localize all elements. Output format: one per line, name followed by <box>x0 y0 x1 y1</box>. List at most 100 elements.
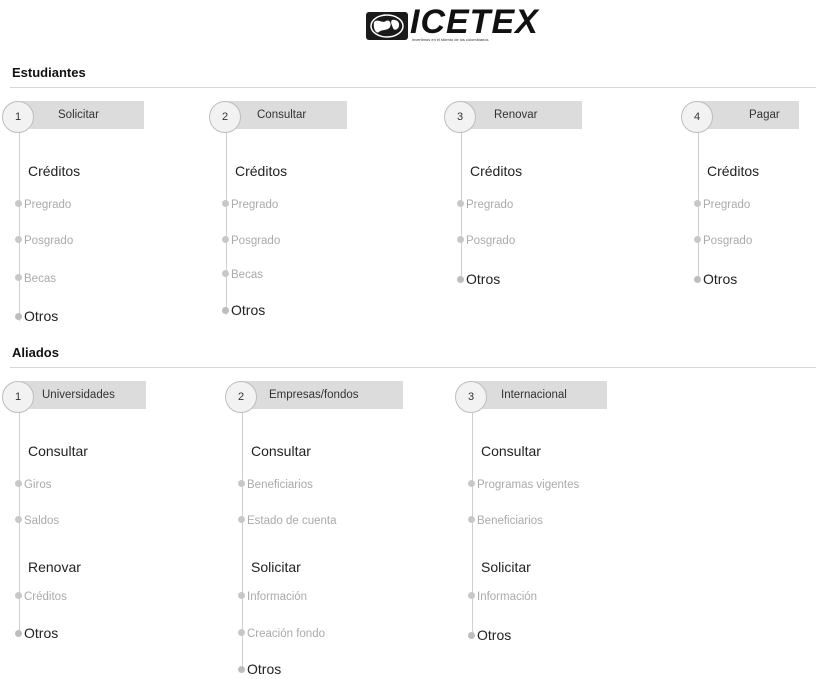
bullet-dot <box>238 665 245 673</box>
step-label: Internacional <box>501 389 567 401</box>
bullet-dot <box>457 200 464 208</box>
link-estado-de-cuenta[interactable]: Estado de cuenta <box>238 515 337 527</box>
estudiantes-step-consultar: Consultar 2 Créditos Pregrado Posgrado B… <box>209 101 369 336</box>
bullet-dot <box>694 236 701 244</box>
bullet-dot <box>468 480 475 488</box>
section-divider <box>10 367 816 368</box>
step-label: Solicitar <box>58 109 99 121</box>
estudiantes-step-pagar: Pagar 4 Créditos Pregrado Posgrado Otros <box>681 101 811 301</box>
step-label: Empresas/fondos <box>269 389 359 401</box>
bullet-dot <box>15 480 22 488</box>
step-number-badge: 3 <box>444 101 476 133</box>
logo-wordmark: ICETEX <box>410 3 539 41</box>
bullet-dot <box>15 200 22 208</box>
bullet-dot <box>468 631 475 639</box>
group-heading: Solicitar <box>481 559 531 575</box>
step-label-bar[interactable]: Solicitar <box>20 101 144 129</box>
group-heading: Créditos <box>235 163 288 179</box>
link-posgrado[interactable]: Posgrado <box>222 235 280 247</box>
step-number-badge: 2 <box>225 381 257 413</box>
link-pregrado[interactable]: Pregrado <box>457 199 513 211</box>
group-heading: Créditos <box>28 163 81 179</box>
bullet-dot <box>15 592 22 600</box>
bullet-dot <box>468 516 475 524</box>
link-creditos[interactable]: Créditos <box>15 591 67 603</box>
bullet-dot <box>15 516 22 524</box>
bullet-dot <box>15 629 22 637</box>
bullet-dot <box>238 592 245 600</box>
bullet-dot <box>238 516 245 524</box>
step-connector-line <box>19 131 20 321</box>
logo-tagline: invertimos en el talento de los colombia… <box>412 37 489 42</box>
section-divider <box>10 87 816 88</box>
group-heading: Créditos <box>707 163 760 179</box>
step-label-bar[interactable]: Empresas/fondos <box>243 381 403 409</box>
bullet-dot <box>694 275 701 283</box>
estudiantes-step-solicitar: Solicitar 1 Créditos Pregrado Posgrado B… <box>2 101 162 336</box>
step-label: Universidades <box>42 389 115 401</box>
link-pregrado[interactable]: Pregrado <box>222 199 278 211</box>
bullet-dot <box>222 200 229 208</box>
step-label-bar[interactable]: Renovar <box>462 101 582 129</box>
step-number-badge: 1 <box>2 101 34 133</box>
bullet-dot <box>468 592 475 600</box>
step-number-badge: 3 <box>455 381 487 413</box>
bullet-dot <box>238 480 245 488</box>
bullet-dot <box>457 275 464 283</box>
aliados-step-internacional: Internacional 3 Consultar Programas vige… <box>455 381 635 651</box>
bullet-dot <box>222 236 229 244</box>
section-title-aliados: Aliados <box>12 345 59 360</box>
step-label-bar[interactable]: Internacional <box>473 381 607 409</box>
globe-icon <box>366 12 408 40</box>
bullet-dot <box>15 312 22 320</box>
step-label-bar[interactable]: Universidades <box>20 381 146 409</box>
link-beneficiarios[interactable]: Beneficiarios <box>238 479 313 491</box>
link-informacion[interactable]: Información <box>468 591 537 603</box>
group-heading: Consultar <box>28 443 88 459</box>
step-label-bar[interactable]: Pagar <box>699 101 799 129</box>
link-posgrado[interactable]: Posgrado <box>694 235 752 247</box>
group-heading: Renovar <box>28 559 81 575</box>
link-posgrado[interactable]: Posgrado <box>457 235 515 247</box>
link-otros[interactable]: Otros <box>238 661 281 677</box>
step-number-badge: 1 <box>2 381 34 413</box>
bullet-dot <box>15 274 22 282</box>
link-giros[interactable]: Giros <box>15 479 51 491</box>
bullet-dot <box>694 200 701 208</box>
link-beneficiarios[interactable]: Beneficiarios <box>468 515 543 527</box>
step-number-badge: 4 <box>681 101 713 133</box>
link-otros[interactable]: Otros <box>457 271 500 287</box>
link-otros[interactable]: Otros <box>222 302 265 318</box>
link-pregrado[interactable]: Pregrado <box>15 199 71 211</box>
step-connector-line <box>226 131 227 315</box>
link-programas-vigentes[interactable]: Programas vigentes <box>468 479 579 491</box>
step-label: Pagar <box>749 109 780 121</box>
aliados-step-empresas-fondos: Empresas/fondos 2 Consultar Beneficiario… <box>225 381 415 677</box>
step-label: Renovar <box>494 109 538 121</box>
bullet-dot <box>238 629 245 637</box>
step-label-bar[interactable]: Consultar <box>227 101 347 129</box>
aliados-step-universidades: Universidades 1 Consultar Giros Saldos R… <box>2 381 162 651</box>
link-becas[interactable]: Becas <box>15 273 56 285</box>
group-heading: Consultar <box>251 443 311 459</box>
link-becas[interactable]: Becas <box>222 269 263 281</box>
group-heading: Solicitar <box>251 559 301 575</box>
icetex-logo[interactable]: ICETEX invertimos en el talento de los c… <box>366 3 546 42</box>
link-pregrado[interactable]: Pregrado <box>694 199 750 211</box>
step-label: Consultar <box>257 109 307 121</box>
bullet-dot <box>457 236 464 244</box>
link-otros[interactable]: Otros <box>15 625 58 641</box>
link-posgrado[interactable]: Posgrado <box>15 235 73 247</box>
group-heading: Consultar <box>481 443 541 459</box>
group-heading: Créditos <box>470 163 523 179</box>
bullet-dot <box>15 236 22 244</box>
estudiantes-step-renovar: Renovar 3 Créditos Pregrado Posgrado Otr… <box>444 101 604 301</box>
step-number-badge: 2 <box>209 101 241 133</box>
link-creacion-fondo[interactable]: Creación fondo <box>238 628 325 640</box>
bullet-dot <box>222 270 229 278</box>
link-otros[interactable]: Otros <box>468 627 511 643</box>
link-otros[interactable]: Otros <box>15 308 58 324</box>
link-informacion[interactable]: Información <box>238 591 307 603</box>
link-otros[interactable]: Otros <box>694 271 737 287</box>
link-saldos[interactable]: Saldos <box>15 515 59 527</box>
